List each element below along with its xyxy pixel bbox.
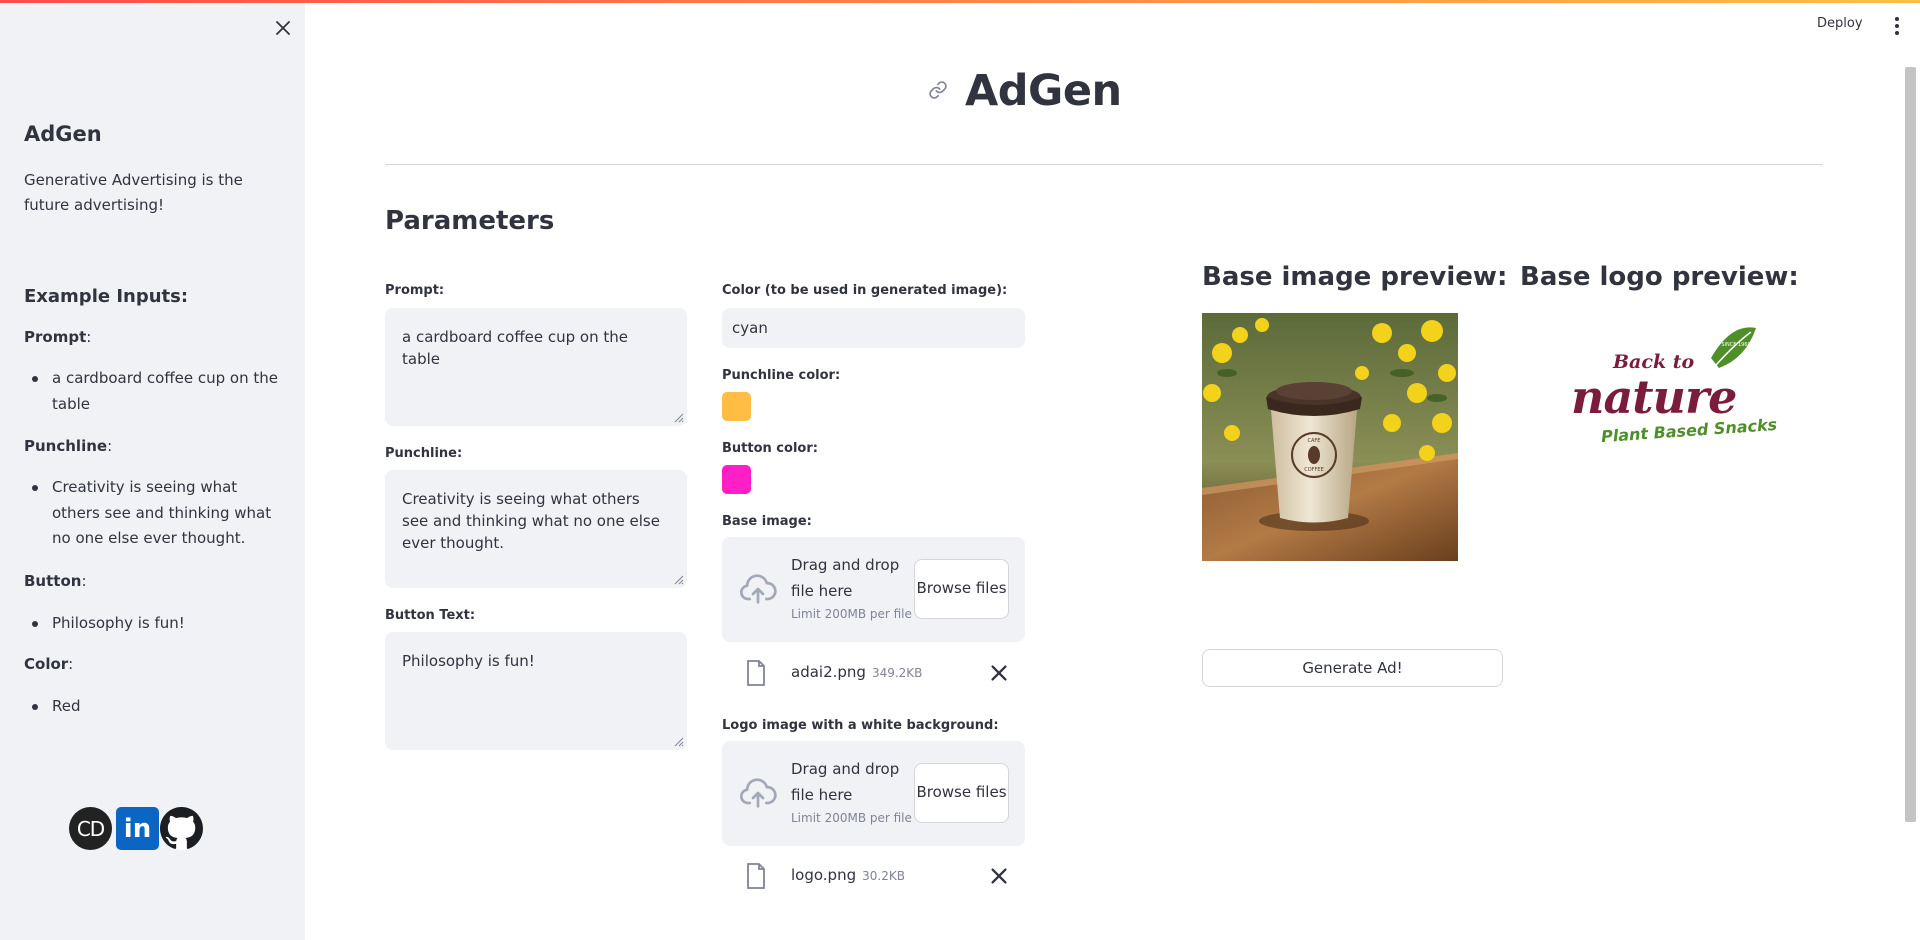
resize-grip-icon[interactable] [672,411,684,423]
linkedin-link[interactable]: in [116,807,159,850]
color-label: Color (to be used in generated image): [722,283,1008,298]
back-to-nature-logo: SINCE 1960 Back to nature Plant Based Sn… [1571,327,1778,446]
top-decoration-bar [0,0,1920,3]
file-name-wrapper: adai2.png 349.2KB [791,663,922,681]
file-name: logo.png [791,866,857,884]
examples-heading: Example Inputs: [24,286,189,307]
example-punchline-item: Creativity is seeing what others see and… [32,475,287,552]
deploy-button[interactable]: Deploy [1817,16,1863,31]
punchline-color-picker[interactable] [722,392,751,421]
close-icon [276,21,290,35]
file-size: 349.2KB [871,666,923,680]
punchline-value: Creativity is seeing what others see and… [402,490,660,552]
dropzone-limit: Limit 200MB per file [791,811,912,825]
button-text-value: Philosophy is fun! [402,652,535,670]
prompt-textarea[interactable]: a cardboard coffee cup on the table [385,308,687,426]
prompt-value: a cardboard coffee cup on the table [402,328,629,368]
uploaded-file-row: adai2.png 349.2KB [722,653,1025,693]
uploaded-file-row: logo.png 30.2KB [722,856,1025,896]
anchor-link-icon[interactable] [928,80,948,100]
punchline-color-label: Punchline color: [722,368,841,383]
base-image-dropzone[interactable]: Drag and drop file here Limit 200MB per … [722,537,1025,642]
remove-file-icon[interactable] [990,664,1008,682]
file-name-wrapper: logo.png 30.2KB [791,866,905,884]
main-menu-button[interactable] [1893,17,1901,35]
example-button-item: Philosophy is fun! [32,611,287,637]
button-color-picker[interactable] [722,465,751,494]
sidebar: AdGen Generative Advertising is the futu… [0,0,305,940]
base-image-preview-title: Base image preview: [1202,262,1508,292]
github-link[interactable] [160,807,203,850]
resize-grip-icon[interactable] [672,735,684,747]
base-logo-preview-title: Base logo preview: [1520,262,1799,292]
parameters-heading: Parameters [385,206,555,236]
example-prompt-item: a cardboard coffee cup on the table [32,366,287,417]
punchline-label: Punchline: [385,446,463,461]
cup-label-top: CAFE [1308,438,1321,444]
prompt-label: Prompt: [385,283,445,298]
example-color-item: Red [32,694,287,720]
close-sidebar-button[interactable] [271,16,295,40]
base-image-preview: CAFE COFFEE [1202,313,1458,561]
button-color-label: Button color: [722,441,818,456]
browse-files-button[interactable]: Browse files [914,559,1009,619]
punchline-textarea[interactable]: Creativity is seeing what others see and… [385,470,687,588]
cup-label-bottom: COFFEE [1304,467,1324,473]
generate-ad-button[interactable]: Generate Ad! [1202,649,1503,687]
file-size: 30.2KB [862,869,905,883]
sidebar-description: Generative Advertising is the future adv… [24,171,243,214]
cloud-upload-icon [739,574,777,604]
example-color-label: Color: [24,655,74,673]
file-icon [747,863,765,889]
button-text-textarea[interactable]: Philosophy is fun! [385,632,687,750]
logo-image-dropzone[interactable]: Drag and drop file here Limit 200MB per … [722,741,1025,846]
file-icon [747,660,765,686]
dropzone-instructions: Drag and drop file here [791,556,900,600]
button-text-label: Button Text: [385,608,476,623]
logo-line2: nature [1571,370,1736,424]
cloud-upload-icon [739,778,777,808]
example-button-label: Button: [24,572,87,590]
sidebar-title: AdGen [24,122,102,146]
dropzone-limit: Limit 200MB per file [791,607,912,621]
base-logo-preview: SINCE 1960 Back to nature Plant Based Sn… [1541,318,1781,468]
logo-badge-text: SINCE 1960 [1721,342,1750,348]
page-title: AdGen [965,66,1122,116]
example-prompt-label: Prompt: [24,328,92,346]
coffee-cup-photo: CAFE COFFEE [1202,313,1458,561]
remove-file-icon[interactable] [990,867,1008,885]
dropzone-instructions: Drag and drop file here [791,760,900,804]
base-image-label: Base image: [722,514,812,529]
scrollbar-thumb[interactable] [1905,67,1916,822]
more-vertical-icon [1895,17,1899,21]
file-name: adai2.png [791,663,866,681]
cd-profile-link[interactable]: CD [69,807,112,850]
color-input[interactable]: cyan [722,308,1025,348]
github-icon [160,807,203,849]
more-vertical-icon-dot [1895,24,1899,28]
browse-files-button[interactable]: Browse files [914,763,1009,823]
resize-grip-icon[interactable] [672,573,684,585]
example-punchline-label: Punchline: [24,437,113,455]
more-vertical-icon-dot [1895,31,1899,35]
logo-image-label: Logo image with a white background: [722,718,999,733]
title-divider [385,164,1823,165]
